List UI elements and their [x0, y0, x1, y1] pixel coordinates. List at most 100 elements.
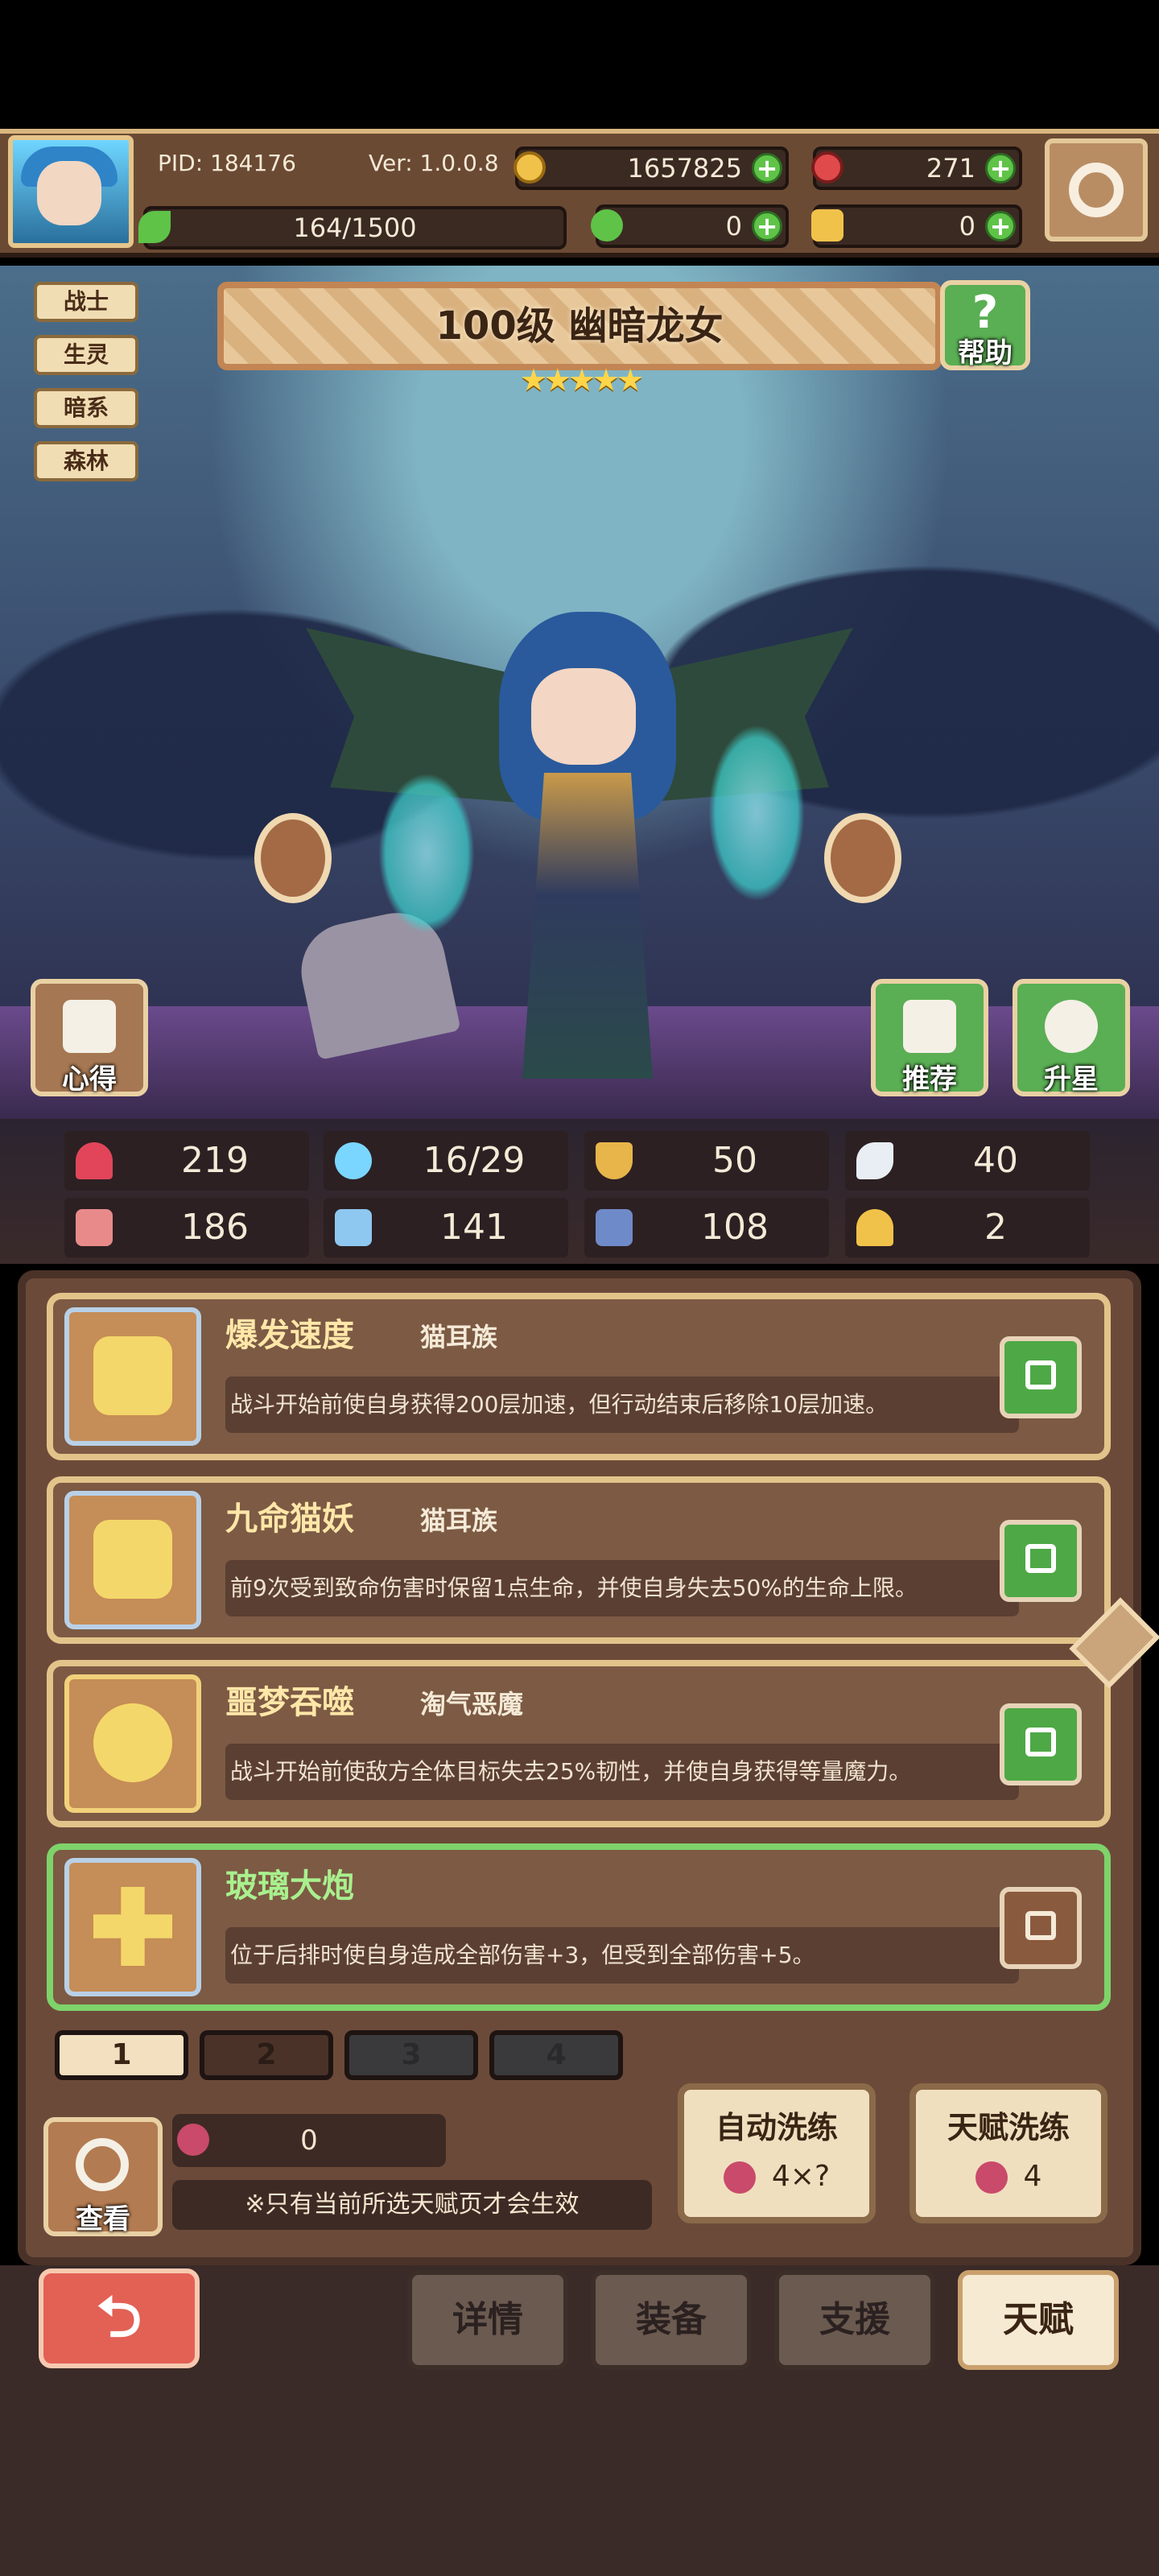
lock-closed-icon [1025, 1360, 1056, 1389]
add-key-button[interactable]: + [985, 211, 1016, 242]
red-gem-icon [811, 151, 843, 184]
auto-refine-label: 自动洗练 [715, 2110, 838, 2145]
talent-name: 玻璃大炮 [225, 1868, 354, 1905]
gem-amount: 271 [926, 153, 975, 184]
hero-tag-element: 暗系 [34, 388, 138, 428]
nav-details-button[interactable]: 详情 [407, 2270, 568, 2370]
stat-agility: 108 [584, 1198, 829, 1257]
talent-race: 淘气恶魔 [420, 1689, 524, 1719]
left-egg-icon[interactable] [254, 813, 332, 903]
stat-luck-value: 2 [984, 1207, 1007, 1248]
nav-support-button[interactable]: 支援 [774, 2270, 935, 2370]
clover-icon [591, 209, 623, 242]
id-version-row: PID: 184176 Ver: 1.0.0.8 [143, 145, 526, 190]
insight-button[interactable]: 心得 [31, 979, 148, 1096]
help-button[interactable]: ? 帮助 [940, 280, 1030, 370]
horseshoe-icon [856, 1209, 893, 1246]
stat-hp-value: 219 [181, 1140, 249, 1181]
book-icon [335, 1209, 372, 1246]
talent-card[interactable]: 玻璃大炮 位于后排时使自身造成全部伤害+3，但受到全部伤害+5。 [47, 1843, 1111, 2011]
recommend-button[interactable]: 推荐 [871, 979, 988, 1096]
clover-amount: 0 [725, 211, 742, 242]
talent-refine-button[interactable]: 天赋洗练 4 [909, 2083, 1107, 2223]
stat-mana: 16/29 [324, 1131, 568, 1191]
talent-page-tab-3[interactable]: 3 [344, 2030, 478, 2080]
cat-face-icon [93, 1336, 172, 1415]
thumbs-up-icon [903, 1000, 956, 1053]
fist-icon [76, 1209, 113, 1246]
talent-refine-cost-value: 4 [1023, 2160, 1042, 2193]
settings-button[interactable] [1045, 138, 1148, 242]
auto-refine-cost-value: 4×? [771, 2160, 831, 2193]
spirit-flame-right [708, 724, 805, 902]
shield-icon [596, 1142, 633, 1179]
talent-card[interactable]: 九命猫妖 猫耳族 前9次受到致命伤害时保留1点生命，并使自身失去50%的生命上限… [47, 1476, 1111, 1644]
wing-icon [856, 1142, 893, 1179]
star-up-button[interactable]: 升星 [1013, 979, 1130, 1096]
talent-race: 猫耳族 [420, 1322, 498, 1352]
stat-hp: 219 [64, 1131, 309, 1191]
lock-closed-icon [1025, 1728, 1056, 1757]
fruit-icon [975, 2161, 1008, 2194]
cross-icon [93, 1887, 172, 1966]
hero-face [531, 668, 636, 765]
talent-icon-star [64, 1674, 201, 1813]
heart-icon [76, 1142, 113, 1179]
back-button[interactable]: ⮌ [39, 2268, 200, 2368]
talent-card[interactable]: 噩梦吞噬 淘气恶魔 战斗开始前使敌方全体目标失去25%韧性，并使自身获得等量魔力… [47, 1660, 1111, 1827]
nav-equipment-button[interactable]: 装备 [591, 2270, 752, 2370]
talent-description: 战斗开始前使敌方全体目标失去25%韧性，并使自身获得等量魔力。 [225, 1744, 1019, 1800]
talent-icon-cat [64, 1307, 201, 1446]
talent-card[interactable]: 爆发速度 猫耳族 战斗开始前使自身获得200层加速，但行动结束后移除10层加速。 [47, 1293, 1111, 1460]
talent-name: 爆发速度 [225, 1317, 354, 1354]
view-button[interactable]: 查看 [43, 2117, 163, 2236]
hero-tag-class: 战士 [34, 282, 138, 322]
stat-magic: 141 [324, 1198, 568, 1257]
talent-description: 位于后排时使自身造成全部伤害+3，但受到全部伤害+5。 [225, 1927, 1019, 1984]
auto-refine-cost: 4×? [684, 2160, 869, 2194]
stat-mana-value: 16/29 [423, 1140, 526, 1181]
key-counter: 0 + [811, 204, 1022, 248]
lock-toggle-button[interactable] [1000, 1887, 1082, 1969]
nav-talent-button[interactable]: 天赋 [958, 2270, 1119, 2370]
lock-toggle-button[interactable] [1000, 1520, 1082, 1602]
add-gold-button[interactable]: + [752, 153, 782, 184]
scroll-icon [63, 1000, 116, 1053]
stat-agility-value: 108 [701, 1207, 769, 1248]
hero-title: 100级 幽暗龙女 [435, 303, 724, 349]
talent-page-tab-1[interactable]: 1 [55, 2030, 188, 2080]
auto-refine-button[interactable]: 自动洗练 4×? [678, 2083, 876, 2223]
talent-name: 噩梦吞噬 [225, 1684, 354, 1721]
talent-race: 猫耳族 [420, 1505, 498, 1536]
stamina-value: 164/1500 [293, 213, 417, 243]
right-egg-icon[interactable] [824, 813, 901, 903]
stat-defense-value: 50 [712, 1140, 757, 1181]
add-gem-button[interactable]: + [985, 153, 1016, 184]
gear-icon [1069, 163, 1124, 217]
fruit-count: 0 [300, 2124, 318, 2157]
help-label: 帮助 [958, 337, 1013, 369]
player-id: PID: 184176 [158, 150, 296, 176]
add-clover-button[interactable]: + [752, 211, 782, 242]
insight-label: 心得 [62, 1063, 117, 1096]
stat-attack-value: 186 [181, 1207, 249, 1248]
lock-toggle-button[interactable] [1000, 1703, 1082, 1785]
star-badge-icon [1045, 1000, 1098, 1053]
boot-icon [596, 1209, 633, 1246]
stat-attack: 186 [64, 1198, 309, 1257]
cat-face-icon [93, 1520, 172, 1599]
hero-tag-race: 生灵 [34, 335, 138, 375]
talent-refine-cost: 4 [916, 2160, 1101, 2194]
player-avatar[interactable] [8, 135, 134, 248]
lock-toggle-button[interactable] [1000, 1336, 1082, 1418]
talent-page-tab-2[interactable]: 2 [200, 2030, 333, 2080]
back-arrow-icon: ⮌ [96, 2284, 142, 2350]
talent-icon-cat [64, 1491, 201, 1629]
star-up-label: 升星 [1044, 1063, 1099, 1096]
stamina-bar: 164/1500 [138, 206, 567, 250]
talent-page-tab-4[interactable]: 4 [489, 2030, 623, 2080]
stat-magic-value: 141 [440, 1207, 508, 1248]
water-drop-icon [335, 1142, 372, 1179]
gem-counter: 271 + [811, 147, 1022, 190]
gold-counter: 1657825 + [514, 147, 789, 190]
